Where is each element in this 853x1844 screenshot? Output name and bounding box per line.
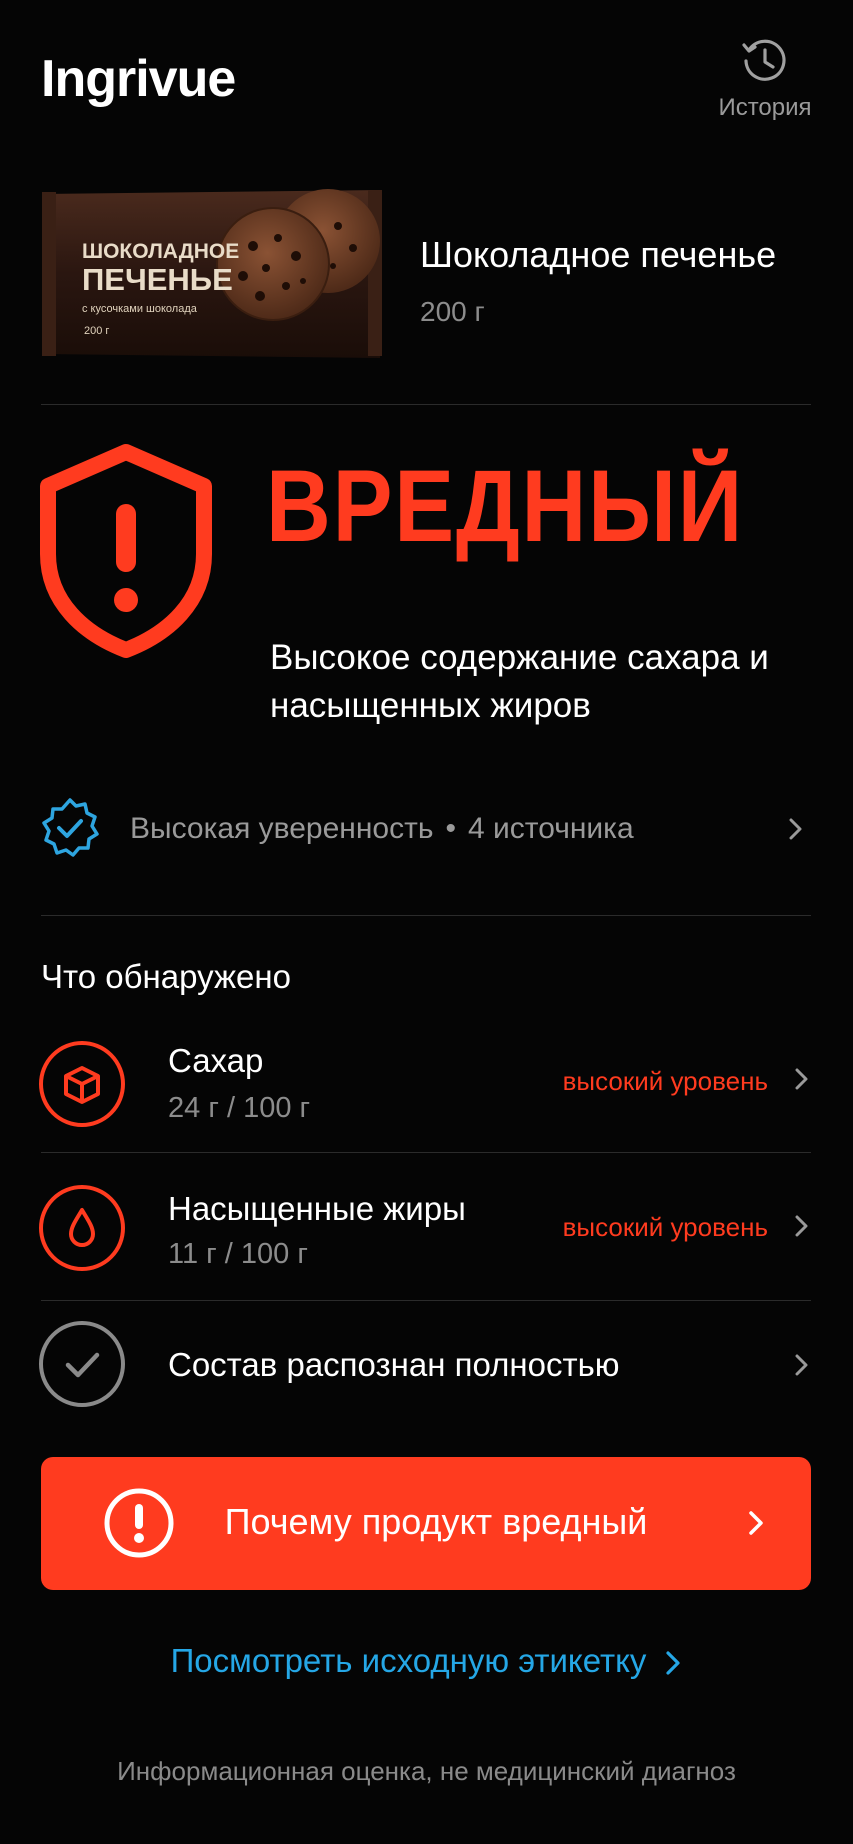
findings-title: Что обнаружено	[41, 958, 291, 995]
pack-weight: 200 г	[84, 325, 109, 337]
disclaimer: Информационная оценка, не медицинский ди…	[117, 1756, 736, 1786]
finding-sugar[interactable]: Сахар 24 г / 100 г высокий уровень	[38, 1036, 818, 1152]
pack-title-line1: ШОКОЛАДНОЕ	[82, 240, 239, 263]
clock-icon	[742, 39, 786, 81]
verified-badge-icon	[42, 798, 99, 857]
confidence-row[interactable]: Высокая уверенность • 4 источника	[38, 792, 818, 872]
confidence-separator: •	[445, 812, 457, 845]
divider	[41, 1300, 811, 1301]
confidence-text: Высокая уверенность	[130, 812, 434, 845]
verdict-description: Высокое содержание сахара и насыщенных ж…	[270, 638, 769, 725]
cube-icon	[39, 1041, 125, 1127]
view-original-label-text: Посмотреть исходную этикетку	[170, 1642, 647, 1679]
finding-value: 24 г / 100 г	[168, 1092, 311, 1124]
finding-value: 11 г / 100 г	[168, 1238, 308, 1270]
chevron-right-icon	[795, 1215, 808, 1237]
chevron-right-icon	[795, 1068, 808, 1090]
pack-title-line2: ПЕЧЕНЬЕ	[82, 262, 233, 297]
divider	[41, 404, 811, 405]
pack-subtitle: с кусочками шоколада	[82, 303, 198, 315]
finding-name: Насыщенные жиры	[168, 1190, 466, 1227]
divider	[41, 1152, 811, 1153]
check-icon	[39, 1321, 125, 1407]
history-button[interactable]: История	[712, 36, 818, 122]
finding-composition[interactable]: Состав распознан полностью	[38, 1318, 818, 1434]
why-harmful-label: Почему продукт вредный	[224, 1501, 648, 1542]
chevron-right-icon	[795, 1354, 808, 1376]
divider	[41, 915, 811, 916]
view-original-label-link[interactable]: Посмотреть исходную этикетку	[0, 1642, 853, 1680]
product-image: ШОКОЛАДНОЕ ПЕЧЕНЬЕ с кусочками шоколада …	[42, 189, 382, 358]
app-logo: Ingrivue	[41, 50, 236, 108]
chevron-right-icon	[666, 1651, 681, 1675]
verdict-label: ВРЕДНЫЙ	[266, 449, 745, 563]
finding-level: высокий уровень	[562, 1212, 768, 1242]
finding-name: Сахар	[168, 1042, 264, 1079]
product-name: Шоколадное печенье	[420, 234, 777, 275]
chevron-right-icon	[789, 818, 802, 840]
why-harmful-button[interactable]: Почему продукт вредный	[41, 1457, 811, 1590]
confidence-sources: 4 источника	[468, 812, 634, 845]
drop-icon	[39, 1185, 125, 1271]
finding-level: высокий уровень	[562, 1066, 768, 1096]
product-weight: 200 г	[420, 296, 485, 327]
warning-shield-icon	[40, 444, 212, 658]
finding-name: Состав распознан полностью	[168, 1346, 620, 1383]
finding-saturated-fat[interactable]: Насыщенные жиры 11 г / 100 г высокий уро…	[38, 1180, 818, 1300]
chevron-right-icon	[749, 1511, 763, 1535]
history-label: История	[718, 94, 812, 121]
